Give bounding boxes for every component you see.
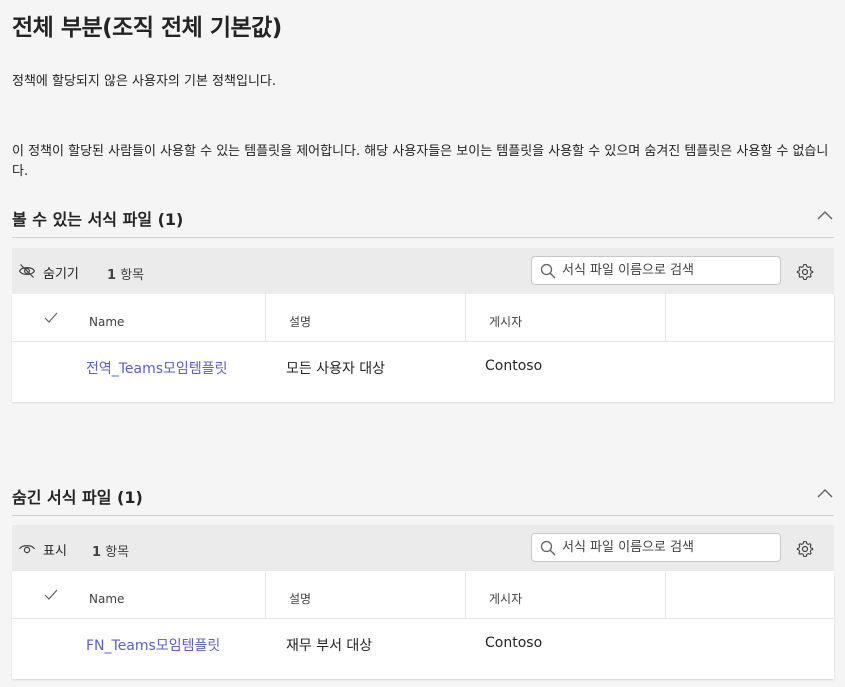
visible-templates-title: 볼 수 있는 서식 파일 (1) bbox=[12, 210, 184, 229]
hidden-templates-title: 숨긴 서식 파일 (1) bbox=[12, 488, 143, 507]
table-row[interactable]: 전역_Teams모임템플릿 모든 사용자 대상 Contoso bbox=[12, 342, 834, 402]
eye-off-icon[interactable] bbox=[18, 263, 36, 279]
column-divider bbox=[665, 294, 666, 342]
template-description: 모든 사용자 대상 bbox=[286, 361, 386, 377]
table-header: Name 설명 게시자 bbox=[12, 294, 834, 342]
hidden-templates-table: Name 설명 게시자 FN_Teams모임템플릿 재무 부서 대상 Conto… bbox=[12, 571, 834, 679]
hidden-templates-search[interactable] bbox=[531, 533, 781, 562]
column-header-publisher[interactable]: 게시자 bbox=[489, 571, 522, 619]
visible-templates-toolbar: 숨기기 1 항목 bbox=[12, 248, 834, 294]
checkmark-icon[interactable] bbox=[44, 589, 58, 601]
template-publisher: Contoso bbox=[485, 358, 543, 374]
visible-templates-table: Name 설명 게시자 전역_Teams모임템플릿 모든 사용자 대상 Cont… bbox=[12, 294, 834, 402]
show-button[interactable]: 표시 bbox=[43, 540, 67, 559]
table-header: Name 설명 게시자 bbox=[12, 571, 834, 619]
column-header-name[interactable]: Name bbox=[89, 294, 124, 342]
visible-templates-collapse-button[interactable] bbox=[816, 208, 834, 222]
gear-icon[interactable] bbox=[796, 263, 814, 281]
template-publisher: Contoso bbox=[485, 635, 543, 651]
column-divider bbox=[265, 571, 266, 619]
hidden-templates-collapse-button[interactable] bbox=[816, 486, 834, 500]
template-name-link[interactable]: FN_Teams모임템플릿 bbox=[86, 635, 220, 655]
column-divider bbox=[465, 571, 466, 619]
hidden-templates-toolbar: 표시 1 항목 bbox=[12, 525, 834, 571]
checkmark-icon[interactable] bbox=[44, 312, 58, 324]
template-name-link[interactable]: 전역_Teams모임템플릿 bbox=[86, 358, 227, 378]
search-input[interactable] bbox=[562, 537, 772, 558]
column-divider bbox=[465, 294, 466, 342]
item-count: 1 항목 bbox=[92, 545, 130, 560]
visible-templates-search[interactable] bbox=[531, 256, 781, 285]
column-header-description[interactable]: 설명 bbox=[289, 571, 311, 619]
chevron-up-icon bbox=[817, 211, 833, 220]
item-count: 1 항목 bbox=[107, 268, 145, 283]
column-header-name[interactable]: Name bbox=[89, 571, 124, 619]
policy-usage-description: 이 정책이 할당된 사람들이 사용할 수 있는 템플릿을 제어합니다. 해당 사… bbox=[12, 144, 829, 179]
page-title: 전체 부분(조직 전체 기본값) bbox=[12, 15, 282, 41]
hide-button[interactable]: 숨기기 bbox=[43, 263, 79, 282]
chevron-up-icon bbox=[817, 489, 833, 498]
gear-icon[interactable] bbox=[796, 540, 814, 558]
policy-description: 정책에 할당되지 않은 사용자의 기본 정책입니다. bbox=[12, 74, 276, 89]
search-icon bbox=[540, 263, 556, 279]
column-header-description[interactable]: 설명 bbox=[289, 294, 311, 342]
column-divider bbox=[665, 571, 666, 619]
column-header-publisher[interactable]: 게시자 bbox=[489, 294, 522, 342]
column-divider bbox=[265, 294, 266, 342]
search-input[interactable] bbox=[562, 260, 772, 281]
visible-templates-header: 볼 수 있는 서식 파일 (1) bbox=[12, 206, 834, 238]
search-icon bbox=[540, 540, 556, 556]
table-row[interactable]: FN_Teams모임템플릿 재무 부서 대상 Contoso bbox=[12, 619, 834, 679]
eye-icon[interactable] bbox=[18, 540, 36, 556]
template-description: 재무 부서 대상 bbox=[286, 638, 373, 654]
hidden-templates-header: 숨긴 서식 파일 (1) bbox=[12, 484, 834, 516]
